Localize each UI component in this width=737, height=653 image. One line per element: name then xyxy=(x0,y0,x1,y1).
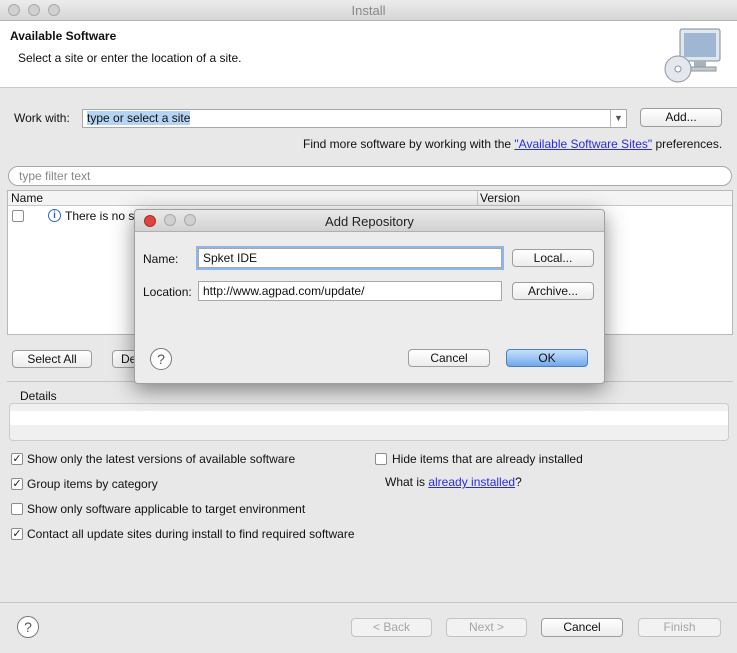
show-latest-label: Show only the latest versions of availab… xyxy=(27,452,296,466)
dialog-cancel-button[interactable]: Cancel xyxy=(408,349,490,367)
install-monitor-icon xyxy=(664,28,721,83)
next-button[interactable]: Next > xyxy=(446,618,527,637)
column-header-name[interactable]: Name xyxy=(8,191,478,206)
archive-button[interactable]: Archive... xyxy=(512,282,594,300)
already-installed-link[interactable]: already installed xyxy=(428,475,515,489)
filter-input[interactable]: type filter text xyxy=(8,166,732,186)
work-with-value: type or select a site xyxy=(87,111,191,125)
find-more-prefix: Find more software by working with the xyxy=(303,137,515,151)
find-more-text: Find more software by working with the "… xyxy=(303,137,722,151)
table-row-text: There is no si xyxy=(65,209,138,223)
repository-location-label: Location: xyxy=(143,285,192,299)
details-text-area xyxy=(10,411,728,425)
repository-name-label: Name: xyxy=(143,252,179,266)
hide-installed-label: Hide items that are already installed xyxy=(392,452,583,466)
page-title: Available Software xyxy=(10,29,117,43)
info-icon: i xyxy=(48,209,61,222)
page-subtitle: Select a site or enter the location of a… xyxy=(18,51,242,65)
add-repository-dialog: Add Repository Name: Spket IDE Local... … xyxy=(134,209,605,384)
wizard-header: Available Software Select a site or ente… xyxy=(0,21,737,88)
work-with-combo[interactable]: type or select a site ▼ xyxy=(82,109,627,128)
contact-all-sites-label: Contact all update sites during install … xyxy=(27,527,355,541)
column-header-version[interactable]: Version xyxy=(478,191,732,206)
what-is-installed-text: What is already installed? xyxy=(385,475,522,489)
add-site-button[interactable]: Add... xyxy=(640,108,722,127)
window-title: Install xyxy=(351,3,386,18)
hide-installed-checkbox[interactable] xyxy=(375,453,387,465)
contact-all-sites-checkbox[interactable]: ✓ xyxy=(11,528,23,540)
back-button[interactable]: < Back xyxy=(351,618,432,637)
group-by-category-checkbox[interactable]: ✓ xyxy=(11,478,23,490)
repository-location-field[interactable]: http://www.agpad.com/update/ xyxy=(198,281,502,301)
repository-name-field[interactable]: Spket IDE xyxy=(198,248,502,268)
chevron-down-icon[interactable]: ▼ xyxy=(610,110,626,127)
help-icon[interactable]: ? xyxy=(17,616,39,638)
details-pane xyxy=(9,403,729,441)
local-button[interactable]: Local... xyxy=(512,249,594,267)
find-more-suffix: preferences. xyxy=(652,137,723,151)
row-checkbox[interactable] xyxy=(12,210,24,222)
details-label: Details xyxy=(20,389,57,403)
dialog-titlebar: Add Repository xyxy=(135,210,604,232)
show-latest-checkbox[interactable]: ✓ xyxy=(11,453,23,465)
available-sites-link[interactable]: "Available Software Sites" xyxy=(514,137,652,151)
what-is-suffix: ? xyxy=(515,475,522,489)
cancel-button[interactable]: Cancel xyxy=(541,618,623,637)
work-with-label: Work with: xyxy=(14,111,70,125)
finish-button[interactable]: Finish xyxy=(638,618,721,637)
only-applicable-label: Show only software applicable to target … xyxy=(27,502,306,516)
group-by-category-label: Group items by category xyxy=(27,477,158,491)
dialog-title: Add Repository xyxy=(325,214,414,229)
footer-divider xyxy=(0,602,737,603)
select-all-button[interactable]: Select All xyxy=(12,350,92,368)
what-is-prefix: What is xyxy=(385,475,429,489)
only-applicable-checkbox[interactable] xyxy=(11,503,23,515)
dialog-help-icon[interactable]: ? xyxy=(150,348,172,370)
dialog-ok-button[interactable]: OK xyxy=(506,349,588,367)
window-titlebar: Install xyxy=(0,0,737,21)
